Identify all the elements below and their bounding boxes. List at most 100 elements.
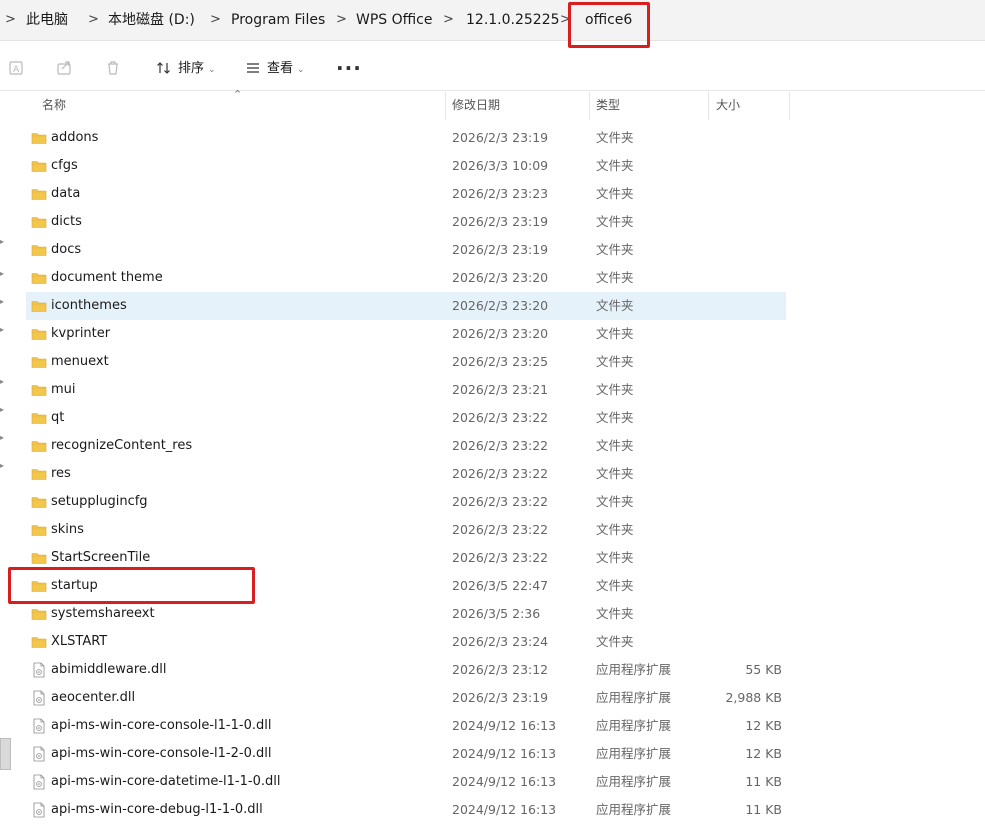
svg-text:A: A bbox=[13, 65, 20, 75]
folder-icon bbox=[31, 382, 47, 398]
file-date: 2026/2/3 23:22 bbox=[452, 494, 549, 509]
delete-icon[interactable] bbox=[104, 59, 124, 79]
file-date: 2026/2/3 23:22 bbox=[452, 438, 549, 453]
file-size bbox=[700, 376, 782, 404]
file-size bbox=[700, 628, 782, 656]
file-date: 2026/2/3 23:24 bbox=[452, 634, 549, 649]
chevron-right-icon[interactable]: > bbox=[210, 0, 221, 40]
file-row[interactable]: setupplugincfg 2026/2/3 23:22 文件夹 bbox=[0, 488, 985, 516]
file-row[interactable]: abimiddleware.dll 2026/2/3 23:12 应用程序扩展 55 … bbox=[0, 656, 985, 684]
column-header-date[interactable]: 修改日期 bbox=[452, 92, 500, 120]
column-divider[interactable] bbox=[708, 92, 709, 120]
file-size bbox=[700, 600, 782, 628]
file-size bbox=[700, 236, 782, 264]
chevron-right-icon[interactable]: > bbox=[88, 0, 99, 40]
rename-icon[interactable]: A bbox=[8, 59, 28, 79]
column-header-name[interactable]: 名称 bbox=[42, 92, 66, 120]
file-row[interactable]: cfgs 2026/3/3 10:09 文件夹 bbox=[0, 152, 985, 180]
folder-icon bbox=[31, 130, 47, 146]
file-row[interactable]: docs 2026/2/3 23:19 文件夹 bbox=[0, 236, 985, 264]
file-type: 应用程序扩展 bbox=[596, 746, 672, 761]
breadcrumb-program-files[interactable]: Program Files bbox=[231, 0, 325, 40]
column-header-type[interactable]: 类型 bbox=[596, 92, 620, 120]
file-list: addons 2026/2/3 23:19 文件夹 cfgs 2026/3/3 10:0… bbox=[0, 124, 985, 824]
file-row[interactable]: res 2026/2/3 23:22 文件夹 bbox=[0, 460, 985, 488]
file-row[interactable]: skins 2026/2/3 23:22 文件夹 bbox=[0, 516, 985, 544]
column-divider[interactable] bbox=[789, 92, 790, 120]
file-row[interactable]: api-ms-win-core-datetime-l1-1-0.dll 2024/… bbox=[0, 768, 985, 796]
file-date: 2026/2/3 23:20 bbox=[452, 326, 549, 341]
file-row[interactable]: systemshareext 2026/3/5 2:36 文件夹 bbox=[0, 600, 985, 628]
file-row[interactable]: document theme 2026/2/3 23:20 文件夹 bbox=[0, 264, 985, 292]
breadcrumb-version[interactable]: 12.1.0.25225 bbox=[466, 0, 560, 40]
file-name: recognizeContent_res bbox=[51, 438, 193, 453]
sort-ascending-icon: ⌃ bbox=[233, 88, 243, 101]
view-button[interactable]: 查看 ⌄ bbox=[245, 48, 305, 90]
file-row[interactable]: menuext 2026/2/3 23:25 文件夹 bbox=[0, 348, 985, 376]
view-icon bbox=[247, 63, 259, 73]
dll-file-icon bbox=[31, 662, 47, 678]
file-row[interactable]: api-ms-win-core-console-l1-2-0.dll 2024/9… bbox=[0, 740, 985, 768]
folder-icon bbox=[31, 634, 47, 650]
dll-file-icon bbox=[31, 774, 47, 790]
file-row[interactable]: data 2026/2/3 23:23 文件夹 bbox=[0, 180, 985, 208]
file-row[interactable]: addons 2026/2/3 23:19 文件夹 bbox=[0, 124, 985, 152]
file-row[interactable]: aeocenter.dll 2026/2/3 23:19 应用程序扩展 2,988 K… bbox=[0, 684, 985, 712]
file-row[interactable]: iconthemes 2026/2/3 23:20 文件夹 bbox=[0, 292, 985, 320]
file-type: 文件夹 bbox=[596, 550, 634, 565]
file-size: 11 KB bbox=[745, 774, 782, 789]
file-size bbox=[700, 180, 782, 208]
file-name: res bbox=[51, 466, 71, 481]
column-divider[interactable] bbox=[445, 92, 446, 120]
file-type: 文件夹 bbox=[596, 634, 634, 649]
folder-icon bbox=[31, 494, 47, 510]
file-type: 文件夹 bbox=[596, 578, 634, 593]
file-name: cfgs bbox=[51, 158, 78, 173]
file-date: 2026/2/3 23:25 bbox=[452, 354, 549, 369]
file-name: api-ms-win-core-debug-l1-1-0.dll bbox=[51, 802, 263, 817]
chevron-right-icon[interactable]: > bbox=[443, 0, 454, 40]
folder-icon bbox=[31, 354, 47, 370]
file-row[interactable]: XLSTART 2026/2/3 23:24 文件夹 bbox=[0, 628, 985, 656]
file-row[interactable]: dicts 2026/2/3 23:19 文件夹 bbox=[0, 208, 985, 236]
chevron-right-icon[interactable]: > bbox=[5, 0, 16, 40]
file-date: 2026/3/3 10:09 bbox=[452, 158, 549, 173]
sort-label: 排序 bbox=[178, 61, 205, 76]
file-row[interactable]: mui 2026/2/3 23:21 文件夹 bbox=[0, 376, 985, 404]
file-row[interactable]: kvprinter 2026/2/3 23:20 文件夹 bbox=[0, 320, 985, 348]
file-row[interactable]: api-ms-win-core-console-l1-1-0.dll 2024/9… bbox=[0, 712, 985, 740]
file-name: dicts bbox=[51, 214, 82, 229]
file-type: 应用程序扩展 bbox=[596, 690, 672, 705]
file-row[interactable]: recognizeContent_res 2026/2/3 23:22 文件夹 bbox=[0, 432, 985, 460]
column-header-size[interactable]: 大小 bbox=[716, 92, 740, 120]
breadcrumb-wps-office[interactable]: WPS Office bbox=[356, 0, 433, 40]
chevron-down-icon: ⌄ bbox=[297, 65, 305, 75]
file-name: aeocenter.dll bbox=[51, 690, 136, 705]
file-type: 应用程序扩展 bbox=[596, 802, 672, 817]
file-date: 2026/2/3 23:22 bbox=[452, 522, 549, 537]
file-size bbox=[700, 488, 782, 516]
breadcrumb-this-pc[interactable]: 此电脑 bbox=[26, 0, 68, 40]
column-divider[interactable] bbox=[589, 92, 590, 120]
file-size: 2,988 KB bbox=[725, 690, 782, 705]
file-row[interactable]: api-ms-win-core-debug-l1-1-0.dll 2024/9/1… bbox=[0, 796, 985, 824]
breadcrumb-local-disk-d[interactable]: 本地磁盘 (D:) bbox=[108, 0, 195, 40]
file-name: addons bbox=[51, 130, 99, 145]
file-name: api-ms-win-core-console-l1-2-0.dll bbox=[51, 746, 272, 761]
more-options-button[interactable]: ··· bbox=[336, 48, 362, 90]
file-name: systemshareext bbox=[51, 606, 155, 621]
sort-button[interactable]: 排序 ⌄ bbox=[156, 48, 216, 90]
file-type: 文件夹 bbox=[596, 438, 634, 453]
file-size: 11 KB bbox=[745, 802, 782, 817]
file-row[interactable]: qt 2026/2/3 23:22 文件夹 bbox=[0, 404, 985, 432]
file-name: kvprinter bbox=[51, 326, 111, 341]
folder-icon bbox=[31, 550, 47, 566]
address-bar: > 此电脑 > 本地磁盘 (D:) > Program Files > WPS … bbox=[0, 0, 985, 41]
file-date: 2026/2/3 23:22 bbox=[452, 466, 549, 481]
file-size bbox=[700, 292, 782, 320]
chevron-right-icon[interactable]: > bbox=[336, 0, 347, 40]
file-date: 2026/2/3 23:12 bbox=[452, 662, 549, 677]
file-size bbox=[700, 124, 782, 152]
share-icon[interactable] bbox=[56, 59, 76, 79]
hover-highlight bbox=[26, 292, 786, 320]
